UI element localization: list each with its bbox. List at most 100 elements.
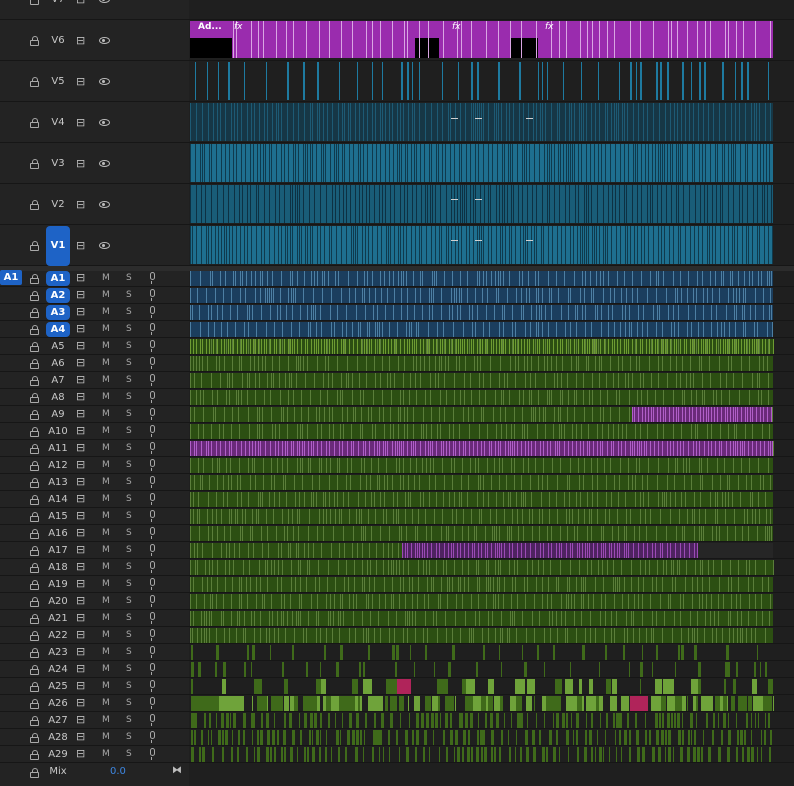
waveform[interactable] — [260, 492, 261, 507]
clip-edge[interactable] — [565, 226, 566, 264]
waveform[interactable] — [629, 322, 630, 337]
video-audio-divider[interactable] — [0, 266, 794, 271]
waveform[interactable] — [441, 441, 442, 456]
audio-clip[interactable] — [324, 645, 326, 660]
waveform[interactable] — [247, 594, 248, 609]
waveform[interactable] — [413, 424, 414, 439]
waveform[interactable] — [420, 271, 421, 286]
waveform[interactable] — [511, 594, 512, 609]
waveform[interactable] — [510, 441, 511, 456]
clip-edge[interactable] — [753, 185, 754, 223]
waveform[interactable] — [702, 271, 703, 286]
waveform[interactable] — [252, 509, 253, 524]
waveform[interactable] — [545, 305, 546, 320]
waveform[interactable] — [652, 339, 653, 354]
clip-edge[interactable] — [737, 226, 738, 264]
clip-edge[interactable] — [259, 103, 260, 141]
waveform[interactable] — [275, 424, 276, 439]
waveform[interactable] — [371, 339, 372, 354]
waveform[interactable] — [591, 458, 592, 473]
waveform[interactable] — [453, 407, 454, 422]
clip-edge[interactable] — [454, 185, 455, 223]
waveform[interactable] — [630, 356, 631, 371]
clip-edge[interactable] — [432, 185, 433, 223]
waveform[interactable] — [259, 373, 260, 388]
waveform[interactable] — [493, 339, 494, 354]
waveform[interactable] — [374, 577, 375, 592]
solo-button[interactable]: S — [126, 392, 132, 402]
audio-clip[interactable] — [266, 747, 269, 762]
clip-edge[interactable] — [348, 103, 349, 141]
mute-button[interactable]: M — [102, 375, 110, 385]
waveform[interactable] — [692, 339, 693, 354]
waveform[interactable] — [491, 441, 492, 456]
waveform[interactable] — [366, 373, 367, 388]
waveform[interactable] — [400, 390, 401, 405]
waveform[interactable] — [403, 271, 404, 286]
clip-edge[interactable] — [614, 103, 615, 141]
clip-edge[interactable] — [298, 103, 299, 141]
waveform[interactable] — [524, 577, 525, 592]
audio-clip[interactable] — [725, 662, 728, 677]
clip-edge[interactable] — [769, 144, 770, 182]
waveform[interactable] — [403, 441, 404, 456]
waveform[interactable] — [744, 339, 745, 354]
audio-clip[interactable] — [682, 696, 686, 711]
solo-button[interactable]: S — [126, 375, 132, 385]
waveform[interactable] — [531, 305, 532, 320]
waveform[interactable] — [231, 509, 232, 524]
audio-clip[interactable] — [668, 747, 671, 762]
waveform[interactable] — [551, 356, 552, 371]
clip-edge[interactable] — [630, 21, 631, 58]
waveform[interactable] — [648, 458, 649, 473]
clip-edge[interactable] — [759, 103, 760, 141]
clip-edge[interactable] — [247, 185, 248, 223]
waveform[interactable] — [291, 322, 292, 337]
clip-edge[interactable] — [759, 226, 760, 264]
clip-edge[interactable] — [662, 144, 663, 182]
clip-edge[interactable] — [355, 226, 356, 264]
waveform[interactable] — [334, 339, 335, 354]
waveform[interactable] — [628, 475, 629, 490]
waveform[interactable] — [645, 560, 646, 575]
waveform[interactable] — [477, 492, 478, 507]
clip-edge[interactable] — [547, 144, 548, 182]
waveform[interactable] — [229, 509, 230, 524]
audio-clip[interactable] — [238, 730, 240, 745]
audio-clip[interactable] — [233, 713, 236, 728]
waveform[interactable] — [208, 441, 209, 456]
audio-clip[interactable] — [274, 696, 283, 711]
video-clip-sliver[interactable] — [667, 62, 669, 100]
waveform[interactable] — [349, 509, 350, 524]
clip-edge[interactable] — [702, 226, 703, 264]
waveform[interactable] — [570, 543, 571, 558]
waveform[interactable] — [438, 594, 439, 609]
waveform[interactable] — [633, 628, 634, 643]
waveform[interactable] — [440, 594, 441, 609]
waveform[interactable] — [431, 577, 432, 592]
audio-clip[interactable] — [635, 713, 637, 728]
audio-clip[interactable] — [254, 679, 262, 694]
waveform[interactable] — [416, 322, 417, 337]
clip-edge[interactable] — [344, 144, 345, 182]
waveform[interactable] — [508, 492, 509, 507]
waveform[interactable] — [754, 322, 755, 337]
video-clip-sliver[interactable] — [498, 62, 500, 100]
waveform[interactable] — [584, 339, 585, 354]
waveform[interactable] — [600, 271, 601, 286]
waveform[interactable] — [316, 322, 317, 337]
waveform[interactable] — [547, 475, 548, 490]
waveform[interactable] — [260, 271, 261, 286]
waveform[interactable] — [377, 322, 378, 337]
waveform[interactable] — [337, 339, 338, 354]
waveform[interactable] — [496, 509, 497, 524]
clip-edge[interactable] — [740, 144, 741, 182]
waveform[interactable] — [275, 441, 276, 456]
waveform[interactable] — [290, 271, 291, 286]
waveform[interactable] — [528, 441, 529, 456]
microphone-icon[interactable] — [150, 561, 155, 573]
waveform[interactable] — [632, 339, 633, 354]
waveform[interactable] — [637, 441, 638, 456]
waveform[interactable] — [456, 339, 457, 354]
waveform[interactable] — [632, 271, 633, 286]
